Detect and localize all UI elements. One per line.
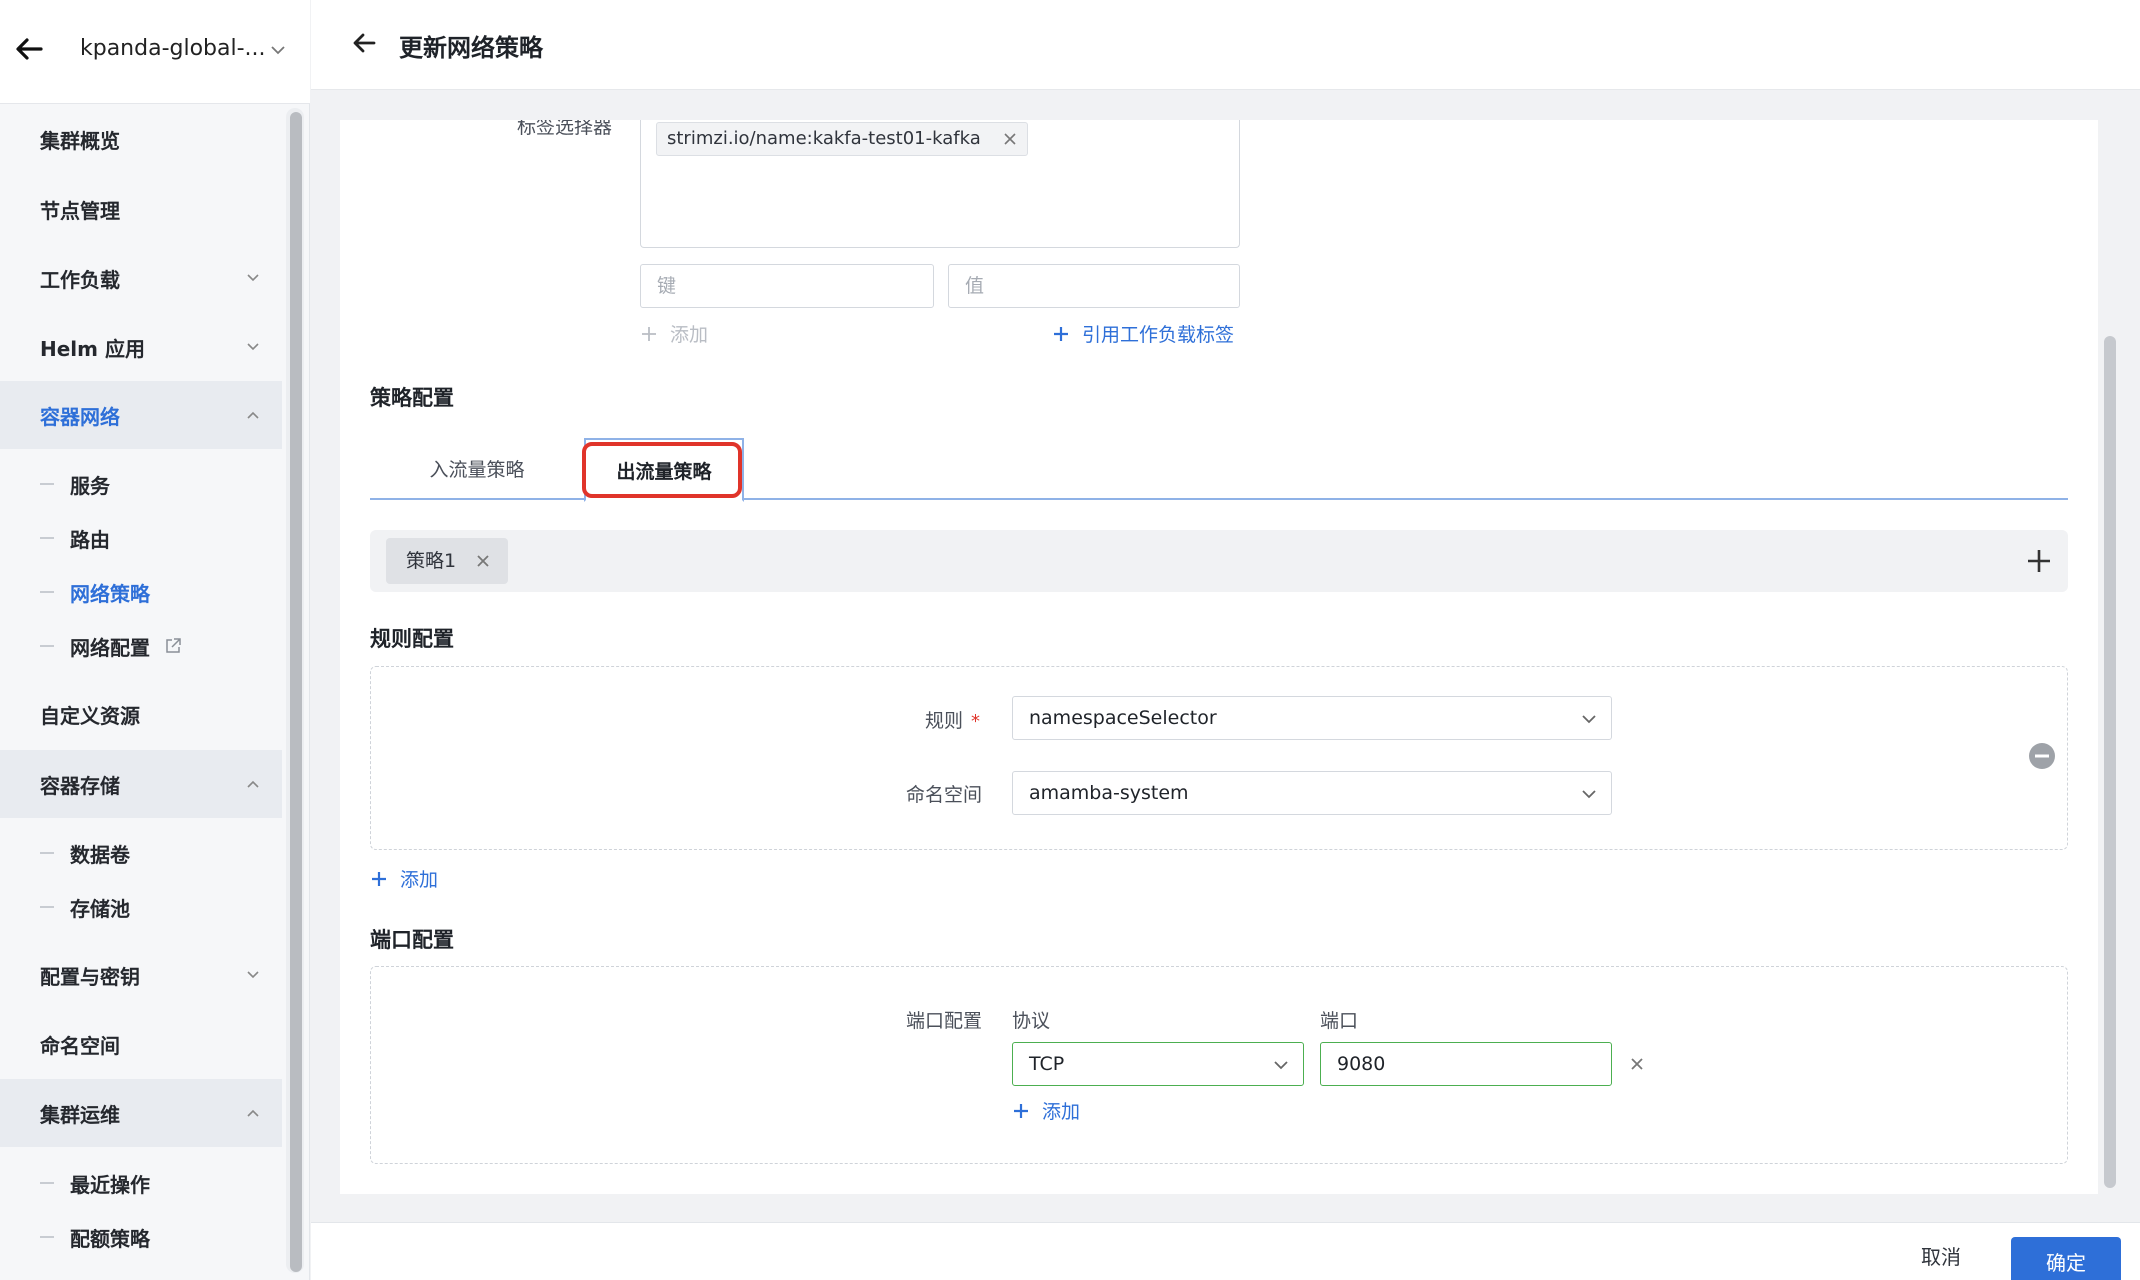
remove-port-icon[interactable] xyxy=(1630,1057,1644,1071)
add-rule-link[interactable]: 添加 xyxy=(370,865,438,892)
tree-dash xyxy=(40,483,54,485)
plus-icon xyxy=(642,326,656,341)
chevron-down-icon[interactable] xyxy=(270,42,286,58)
policy-chip[interactable]: 策略1 xyxy=(386,538,509,584)
tree-dash xyxy=(40,852,54,854)
plus-icon xyxy=(1054,326,1068,341)
tree-dash xyxy=(40,591,54,593)
footer-bar: 取消 确定 xyxy=(311,1222,2140,1280)
tree-dash xyxy=(40,906,54,908)
add-port-link[interactable]: 添加 xyxy=(1012,1097,1080,1124)
back-arrow-icon[interactable] xyxy=(351,30,377,56)
tree-dash xyxy=(40,537,54,539)
label-tag: strimzi.io/name:kakfa-test01-kafka xyxy=(656,122,1028,156)
label-value-input[interactable]: 值 xyxy=(948,264,1240,308)
plus-icon xyxy=(372,871,386,886)
plus-icon xyxy=(1014,1103,1028,1118)
sidebar-item-workloads[interactable]: 工作负载 xyxy=(0,244,282,312)
sidebar-item-services[interactable]: 服务 xyxy=(0,457,282,511)
policy-tabs: 入流量策略 出流量策略 xyxy=(370,438,2068,502)
rule-config-box xyxy=(370,666,2068,850)
protocol-select[interactable]: TCP xyxy=(1012,1042,1304,1086)
tab-egress[interactable]: 出流量策略 xyxy=(584,438,744,502)
namespace-label: 命名空间 xyxy=(905,784,982,806)
protocol-header: 协议 xyxy=(1012,1010,1051,1032)
tree-dash xyxy=(40,1182,54,1184)
sidebar-item-helm[interactable]: Helm 应用 xyxy=(0,313,282,381)
add-label-link[interactable]: 添加 xyxy=(640,320,708,347)
port-row-label: 端口配置 xyxy=(905,1010,982,1032)
page-title: 更新网络策略 xyxy=(399,34,543,62)
rule-select[interactable]: namespaceSelector xyxy=(1012,696,1612,740)
cancel-button[interactable]: 取消 xyxy=(1921,1241,1961,1270)
tree-dash xyxy=(40,645,54,647)
sidebar-item-overview[interactable]: 集群概览 xyxy=(0,105,282,173)
sidebar-item-storage-pools[interactable]: 存储池 xyxy=(0,880,282,934)
chevron-down-icon xyxy=(247,971,259,979)
remove-rule-icon[interactable] xyxy=(2028,742,2056,770)
tree-dash xyxy=(40,1236,54,1238)
sidebar-item-network[interactable]: 容器网络 xyxy=(0,381,282,449)
sidebar-item-ops[interactable]: 集群运维 xyxy=(0,1079,282,1147)
chevron-down-icon xyxy=(247,343,259,351)
rule-label: 规则 * xyxy=(924,710,980,732)
sidebar-item-network-policy[interactable]: 网络策略 xyxy=(0,565,282,619)
label-selector-label: 标签选择器 xyxy=(516,116,612,138)
page-header: 更新网络策略 xyxy=(311,0,2140,90)
cluster-selector[interactable]: kpanda-global-... xyxy=(80,36,266,61)
sidebar-item-routes[interactable]: 路由 xyxy=(0,511,282,565)
sidebar-item-network-config[interactable]: 网络配置 xyxy=(0,619,282,673)
back-arrow-icon[interactable] xyxy=(14,34,44,64)
form-card: 标签选择器 strimzi.io/name:kakfa-test01-kafka… xyxy=(340,120,2098,1194)
reference-workload-labels-link[interactable]: 引用工作负载标签 xyxy=(1052,320,1234,347)
close-icon[interactable] xyxy=(476,554,490,568)
rule-config-title: 规则配置 xyxy=(370,627,454,651)
add-policy-icon[interactable] xyxy=(2026,548,2052,574)
sidebar-item-namespaces[interactable]: 命名空间 xyxy=(0,1010,282,1078)
policy-config-title: 策略配置 xyxy=(370,386,454,410)
sidebar: kpanda-global-... 集群概览 节点管理 工作负载 Helm 应用… xyxy=(0,0,310,1280)
sidebar-item-volumes[interactable]: 数据卷 xyxy=(0,826,282,880)
policy-list-bar: 策略1 xyxy=(370,530,2068,592)
sidebar-item-quota-policy[interactable]: 配额策略 xyxy=(0,1210,282,1264)
port-config-title: 端口配置 xyxy=(370,928,454,952)
namespace-select[interactable]: amamba-system xyxy=(1012,771,1612,815)
sidebar-item-recent-ops[interactable]: 最近操作 xyxy=(0,1156,282,1210)
chevron-up-icon xyxy=(247,1109,259,1117)
chevron-up-icon xyxy=(247,411,259,419)
content-scrollbar[interactable] xyxy=(2104,336,2116,1188)
sidebar-item-storage[interactable]: 容器存储 xyxy=(0,750,282,818)
chevron-down-icon xyxy=(1582,790,1596,799)
port-header: 端口 xyxy=(1320,1010,1359,1032)
chevron-down-icon xyxy=(1274,1061,1288,1070)
sidebar-item-custom-resources[interactable]: 自定义资源 xyxy=(0,680,282,748)
chevron-up-icon xyxy=(247,780,259,788)
sidebar-header: kpanda-global-... xyxy=(0,0,310,104)
port-input[interactable]: 9080 xyxy=(1320,1042,1612,1086)
close-icon[interactable] xyxy=(1003,132,1017,146)
sidebar-item-config-secrets[interactable]: 配置与密钥 xyxy=(0,941,282,1009)
tab-ingress[interactable]: 入流量策略 xyxy=(370,438,584,500)
label-key-input[interactable]: 键 xyxy=(640,264,934,308)
chevron-down-icon xyxy=(1582,715,1596,724)
sidebar-item-nodes[interactable]: 节点管理 xyxy=(0,175,282,243)
sidebar-scrollbar-thumb[interactable] xyxy=(290,112,302,1272)
confirm-button[interactable]: 确定 xyxy=(2011,1237,2121,1280)
external-link-icon xyxy=(166,638,181,653)
chevron-down-icon xyxy=(247,274,259,282)
